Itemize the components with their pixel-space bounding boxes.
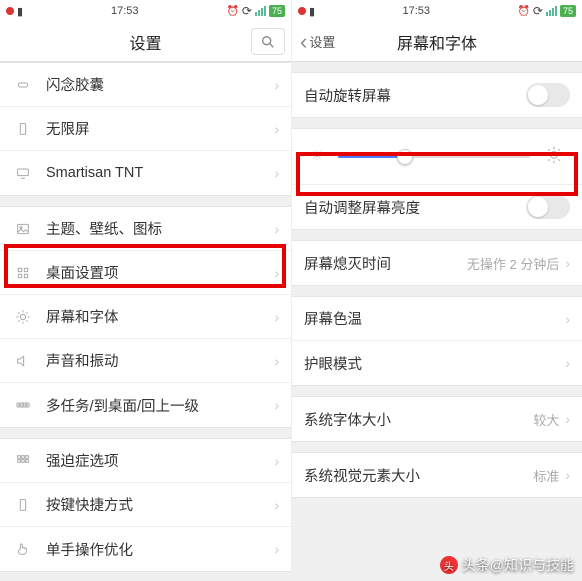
row-ocd[interactable]: 强迫症选项 [0, 439, 291, 483]
signal-icon [546, 6, 557, 16]
row-onehand[interactable]: 单手操作优化 [0, 527, 291, 571]
chevron-right-icon [565, 311, 570, 327]
phone-rect-icon [12, 121, 34, 137]
speaker-icon [12, 353, 34, 369]
chevron-right-icon [274, 121, 279, 137]
page-title: 屏幕和字体 [397, 30, 477, 54]
chevron-right-icon [565, 255, 570, 271]
row-capsule[interactable]: 闪念胶囊 [0, 63, 291, 107]
page-title: 设置 [129, 30, 161, 54]
chevron-right-icon [274, 497, 279, 513]
chevron-right-icon [274, 541, 279, 557]
monitor-icon [12, 165, 34, 181]
brightness-low-icon [310, 148, 324, 165]
watermark: 头头条@知识与技能 [440, 555, 574, 575]
battery-icon: 75 [269, 5, 285, 17]
brightness-slider[interactable] [338, 155, 530, 158]
battery-icon: 75 [560, 5, 576, 17]
nav-bar-icon [12, 397, 34, 413]
chevron-right-icon [274, 221, 279, 237]
row-auto-rotate[interactable]: 自动旋转屏幕 [292, 73, 582, 117]
brightness-icon [12, 309, 34, 325]
chevron-right-icon [274, 165, 279, 181]
chevron-right-icon [565, 467, 570, 483]
row-infinite-screen[interactable]: 无限屏 [0, 107, 291, 151]
right-screenshot: ▮ 17:53 75 设置 屏幕和字体 自动旋转屏幕 [291, 0, 582, 581]
toggle-auto-rotate[interactable] [526, 83, 570, 107]
row-multitask[interactable]: 多任务/到桌面/回上一级 [0, 383, 291, 427]
chevron-right-icon [274, 397, 279, 413]
ocd-grid-icon [12, 453, 34, 469]
right-content: 自动旋转屏幕 自动调整屏幕亮度 屏幕熄灭时间 无操作 2 分钟后 [292, 62, 582, 581]
sync-icon [533, 4, 543, 18]
row-shortcut[interactable]: 按键快捷方式 [0, 483, 291, 527]
row-tnt[interactable]: Smartisan TNT [0, 151, 291, 195]
back-button[interactable]: 设置 [292, 22, 352, 61]
left-screenshot: ▮ 17:53 75 设置 闪念胶囊 无限屏 [0, 0, 291, 581]
status-bar: ▮ 17:53 75 [292, 0, 582, 22]
chevron-right-icon [274, 77, 279, 93]
chevron-right-icon [565, 411, 570, 427]
search-button[interactable] [251, 28, 285, 55]
left-header: 设置 [0, 22, 291, 62]
row-font-size[interactable]: 系统字体大小 较大 [292, 397, 582, 441]
chevron-right-icon [565, 355, 570, 371]
alarm-icon [517, 5, 529, 17]
row-screen-timeout[interactable]: 屏幕熄灭时间 无操作 2 分钟后 [292, 241, 582, 285]
status-time: 17:53 [403, 5, 431, 17]
grid-icon [12, 265, 34, 281]
row-ui-scale[interactable]: 系统视觉元素大小 标准 [292, 453, 582, 497]
alarm-icon [226, 5, 238, 17]
hand-icon [12, 541, 34, 557]
toggle-auto-brightness[interactable] [526, 195, 570, 219]
phone-rect-icon [12, 497, 34, 513]
status-time: 17:53 [111, 5, 139, 17]
row-color-temp[interactable]: 屏幕色温 [292, 297, 582, 341]
signal-icon [255, 6, 266, 16]
chevron-right-icon [274, 265, 279, 281]
row-auto-brightness[interactable]: 自动调整屏幕亮度 [292, 185, 582, 229]
right-header: 设置 屏幕和字体 [292, 22, 582, 62]
row-desktop-settings[interactable]: 桌面设置项 [0, 251, 291, 295]
row-eye-protect[interactable]: 护眼模式 [292, 341, 582, 385]
brightness-high-icon [544, 145, 564, 168]
sync-icon [242, 4, 252, 18]
brightness-slider-row [292, 129, 582, 185]
chevron-right-icon [274, 309, 279, 325]
chevron-right-icon [274, 353, 279, 369]
image-icon [12, 221, 34, 237]
capsule-icon [12, 77, 34, 93]
row-sound[interactable]: 声音和振动 [0, 339, 291, 383]
status-bar: ▮ 17:53 75 [0, 0, 291, 22]
left-content: 闪念胶囊 无限屏 Smartisan TNT 主题、壁纸、图标 [0, 62, 291, 581]
row-screen-font[interactable]: 屏幕和字体 [0, 295, 291, 339]
chevron-right-icon [274, 453, 279, 469]
row-theme[interactable]: 主题、壁纸、图标 [0, 207, 291, 251]
